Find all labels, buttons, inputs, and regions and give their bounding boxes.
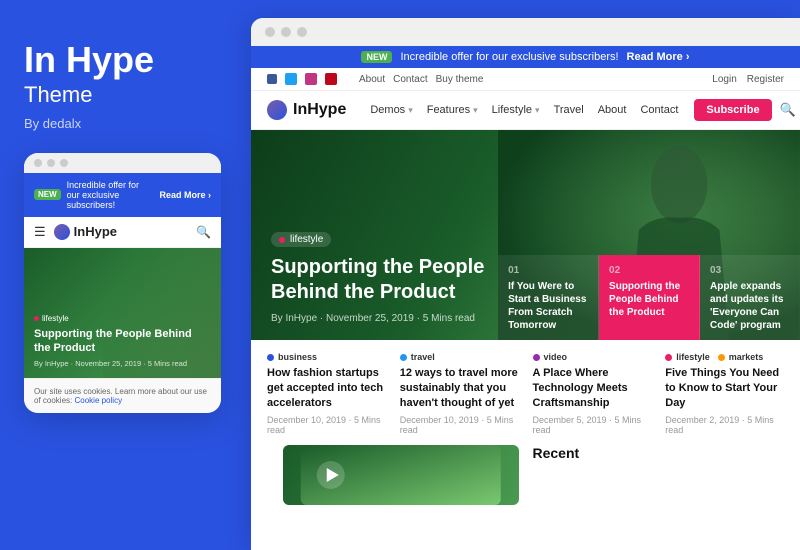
hamburger-icon[interactable]: ☰ [34,224,46,240]
register-link[interactable]: Register [747,74,784,85]
nav-actions: Subscribe 🔍 [694,99,795,121]
article-cards-row: 01 If You Were to Start a Business From … [498,255,800,340]
facebook-icon[interactable] [267,74,277,84]
articles-grid: business How fashion startups get accept… [267,352,784,435]
nav-demos[interactable]: Demos ▾ [370,104,412,116]
article-item-1: business How fashion startups get accept… [267,352,386,435]
article-category-2: travel [400,352,519,362]
mobile-new-badge: NEW [34,189,61,200]
cat-dot-4a [665,354,672,361]
buy-theme-link[interactable]: Buy theme [436,74,484,85]
cat-dot-1 [267,354,274,361]
bottom-recent-section: Recent [533,445,769,505]
article-item-2: travel 12 ways to travel more sustainabl… [400,352,519,435]
article-category-1: business [267,352,386,362]
titlebar-dot-1 [265,27,275,37]
mobile-titlebar [24,153,221,173]
dot-1 [34,159,42,167]
main-nav: InHype Demos ▾ Features ▾ Lifestyle ▾ Tr… [251,91,800,130]
nav-features[interactable]: Features ▾ [427,104,478,116]
hero-lifestyle-tag[interactable]: lifestyle [271,232,331,247]
contact-link[interactable]: Contact [393,74,427,85]
mobile-logo-icon [54,224,70,240]
cat-dot-3 [533,354,540,361]
titlebar-dot-3 [297,27,307,37]
mobile-hero: lifestyle Supporting the People Behind t… [24,248,221,378]
auth-links: Login Register [712,74,784,85]
lifestyle-dot [279,237,285,243]
nav-links: Demos ▾ Features ▾ Lifestyle ▾ Travel Ab… [370,104,678,116]
cat-dot-4b [718,354,725,361]
banner-read-more[interactable]: Read More › [627,51,690,63]
mobile-logo: InHype [54,224,188,240]
pinterest-icon[interactable] [325,73,337,85]
logo-icon [267,100,287,120]
mobile-banner: NEW Incredible offer for our exclusive s… [24,173,221,217]
social-icons: About Contact Buy theme [267,73,483,85]
mobile-lifestyle-tag: lifestyle [34,314,69,323]
article-card-1[interactable]: 01 If You Were to Start a Business From … [498,255,599,340]
mobile-mockup: NEW Incredible offer for our exclusive s… [24,153,221,413]
instagram-icon[interactable] [305,73,317,85]
desktop-content: NEW Incredible offer for our exclusive s… [251,46,800,550]
cookie-policy-link[interactable]: Cookie policy [74,396,122,405]
nav-travel[interactable]: Travel [554,104,584,116]
bottom-row: Recent [267,445,784,515]
desktop-top-banner: NEW Incredible offer for our exclusive s… [251,46,800,68]
nav-about[interactable]: About [598,104,627,116]
login-link[interactable]: Login [712,74,736,85]
hero-content: lifestyle Supporting the People Behind t… [271,230,498,325]
subscribe-button[interactable]: Subscribe [694,99,771,121]
article-category-4: lifestyle markets [665,352,784,362]
dot-3 [60,159,68,167]
desktop-titlebar [251,18,800,46]
article-card-3[interactable]: 03 Apple expands and updates its 'Everyo… [700,255,800,340]
mobile-lifestyle-dot [34,316,39,321]
article-item-3: video A Place Where Technology Meets Cra… [533,352,652,435]
mobile-cookie-notice: Our site uses cookies. Learn more about … [24,378,221,413]
twitter-icon[interactable] [285,73,297,85]
articles-section: business How fashion startups get accept… [251,340,800,550]
mobile-hero-content: lifestyle Supporting the People Behind t… [34,312,211,368]
titlebar-dot-2 [281,27,291,37]
mobile-nav: ☰ InHype 🔍 [24,217,221,248]
article-card-2[interactable]: 02 Supporting the People Behind the Prod… [599,255,700,340]
secondary-nav: About Contact Buy theme Login Register [251,68,800,91]
nav-lifestyle[interactable]: Lifestyle ▾ [492,104,540,116]
nav-contact[interactable]: Contact [640,104,678,116]
dot-2 [47,159,55,167]
search-icon[interactable]: 🔍 [780,102,796,118]
article-item-4: lifestyle markets Five Things You Need t… [665,352,784,435]
desktop-new-badge: NEW [361,51,392,63]
hero-section: lifestyle Supporting the People Behind t… [251,130,800,340]
mobile-search-icon[interactable]: 🔍 [196,225,211,239]
desktop-preview: NEW Incredible offer for our exclusive s… [251,18,800,550]
brand-title: In Hype Theme By dedalx [24,40,221,131]
about-link[interactable]: About [359,74,385,85]
article-category-3: video [533,352,652,362]
cat-dot-2 [400,354,407,361]
left-panel: In Hype Theme By dedalx NEW Incredible o… [0,0,245,550]
bottom-hero-image [283,445,519,505]
nav-logo[interactable]: InHype [267,100,346,120]
